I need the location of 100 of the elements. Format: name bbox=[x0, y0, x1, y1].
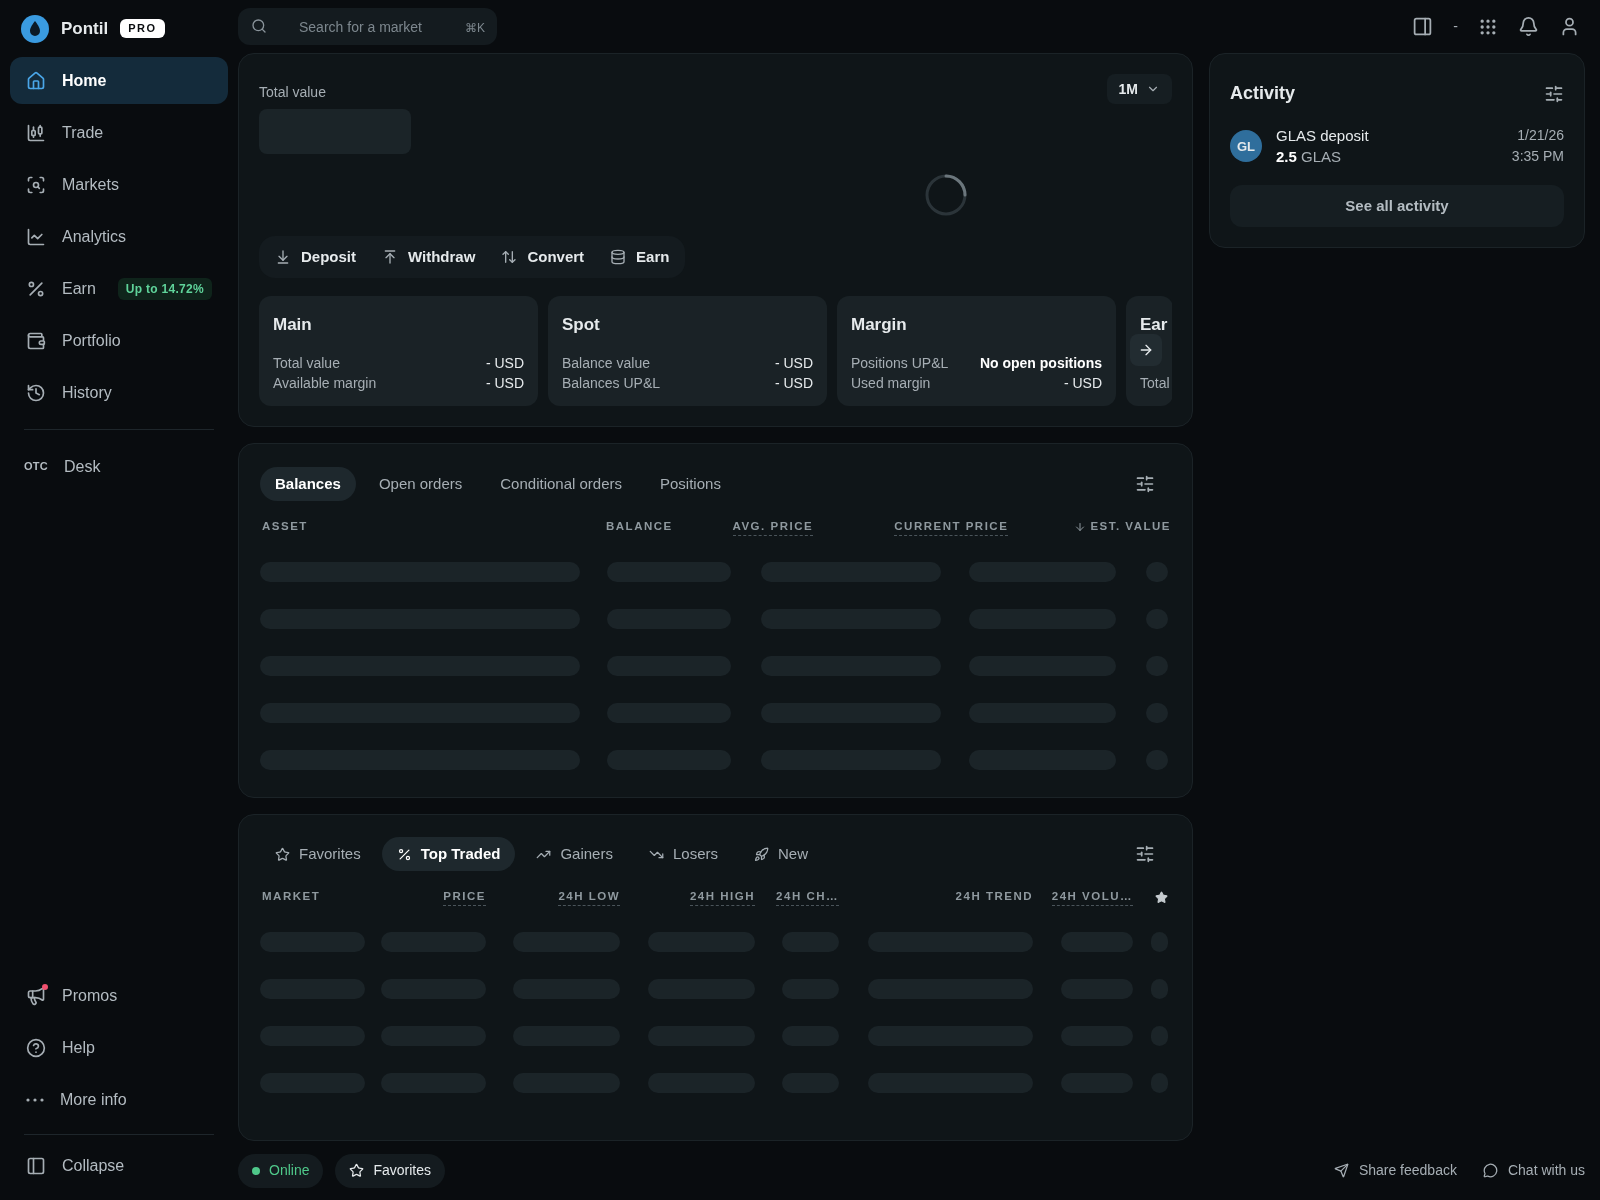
activity-title: Activity bbox=[1230, 82, 1296, 106]
action-button[interactable]: Withdraw bbox=[382, 246, 476, 269]
account-value: - USD bbox=[485, 373, 524, 393]
chart-icon bbox=[26, 226, 46, 247]
nav-item[interactable]: Markets bbox=[10, 161, 228, 208]
settings-icon[interactable] bbox=[1135, 474, 1155, 495]
panel-icon[interactable] bbox=[1412, 16, 1434, 38]
action-button[interactable]: Convert bbox=[501, 246, 585, 269]
column-header[interactable]: CURRENT PRICE bbox=[894, 518, 1009, 537]
account-label: Positions UP&L bbox=[851, 353, 949, 373]
activity-item[interactable]: GL GLAS deposit 2.5 GLAS 1/21/26 3:35 PM bbox=[1230, 125, 1564, 168]
wallet-icon bbox=[26, 330, 46, 351]
account-title: Margin bbox=[851, 314, 908, 337]
tab[interactable]: Gainers bbox=[521, 837, 628, 872]
nav-item[interactable]: Earn Up to 14.72% bbox=[10, 265, 228, 312]
column-header[interactable]: PRICE bbox=[443, 888, 486, 907]
account-title: Spot bbox=[562, 314, 601, 337]
account-value: - USD bbox=[774, 353, 813, 373]
column-header[interactable]: BALANCE bbox=[606, 518, 673, 537]
nav-item[interactable]: Home bbox=[10, 57, 228, 104]
footer-link[interactable]: Chat with us bbox=[1482, 1160, 1585, 1182]
bell-icon[interactable] bbox=[1518, 16, 1539, 38]
nav-item[interactable]: Promos bbox=[10, 972, 228, 1019]
activity-name: GLAS deposit bbox=[1276, 126, 1369, 147]
swap-icon bbox=[501, 249, 518, 266]
tab[interactable]: Losers bbox=[633, 837, 733, 872]
action-button[interactable]: Earn bbox=[610, 246, 670, 269]
rocket-icon bbox=[754, 846, 769, 862]
logo-icon bbox=[21, 14, 49, 43]
column-header[interactable]: 24H LOW bbox=[558, 888, 620, 907]
account-card[interactable]: Spot Balance value - USD Balances UP&L - USD bbox=[548, 296, 827, 407]
nav-item[interactable]: OTC Desk bbox=[10, 443, 228, 490]
nav-item[interactable]: History bbox=[10, 369, 228, 416]
account-card[interactable]: Main Total value - USD Available margin - USD bbox=[259, 296, 538, 407]
tab[interactable]: Balances bbox=[260, 467, 356, 502]
account-label: Available margin bbox=[273, 373, 377, 393]
separator-text: - bbox=[1453, 17, 1458, 37]
tab[interactable]: Open orders bbox=[363, 467, 478, 502]
candles-icon bbox=[26, 122, 46, 143]
tab[interactable]: Conditional orders bbox=[485, 467, 637, 502]
period-dropdown[interactable]: 1M bbox=[1106, 74, 1172, 105]
tab[interactable]: Top Traded bbox=[381, 837, 516, 872]
account-card[interactable]: Ear Total bbox=[1126, 296, 1172, 407]
account-title: Main bbox=[273, 314, 313, 337]
tab[interactable]: Favorites bbox=[260, 837, 376, 872]
shortcut-hint: ⌘K bbox=[465, 20, 485, 38]
column-header[interactable]: 24H CH… bbox=[776, 888, 839, 907]
account-value: No open positions bbox=[979, 353, 1102, 373]
account-value: - USD bbox=[1063, 373, 1102, 393]
see-all-button[interactable]: See all activity bbox=[1230, 185, 1564, 228]
collapse-button[interactable]: Collapse bbox=[10, 1146, 228, 1186]
column-header[interactable]: 24H VOLU… bbox=[1051, 888, 1133, 907]
more-icon bbox=[26, 1097, 44, 1102]
column-header[interactable]: ASSET bbox=[260, 518, 308, 537]
send-icon bbox=[1333, 1163, 1349, 1179]
account-label: Total value bbox=[273, 353, 340, 373]
account-label: Balances UP&L bbox=[562, 373, 661, 393]
account-card[interactable]: Margin Positions UP&L No open positions Used margin - USD bbox=[837, 296, 1116, 407]
chat-icon bbox=[1482, 1163, 1498, 1179]
column-header[interactable]: MARKET bbox=[260, 888, 321, 907]
earn-badge: Up to 14.72% bbox=[117, 277, 212, 300]
megaphone-icon bbox=[26, 985, 46, 1006]
tab[interactable]: Positions bbox=[645, 467, 736, 502]
column-header[interactable]: 24H HIGH bbox=[689, 888, 755, 907]
activity-time: 3:35 PM bbox=[1511, 147, 1564, 167]
coins-icon bbox=[610, 249, 627, 266]
nav-item[interactable]: More info bbox=[10, 1076, 228, 1123]
star-icon[interactable] bbox=[1155, 890, 1168, 904]
account-label: Total bbox=[1140, 373, 1170, 393]
footer-link[interactable]: Share feedback bbox=[1333, 1160, 1457, 1182]
star-icon bbox=[275, 846, 290, 862]
percent-icon bbox=[396, 846, 412, 862]
settings-icon[interactable] bbox=[1544, 83, 1564, 104]
account-label: Balance value bbox=[562, 353, 650, 373]
account-title: Ear bbox=[1140, 314, 1169, 337]
settings-icon[interactable] bbox=[1135, 844, 1155, 865]
nav-item[interactable]: Portfolio bbox=[10, 317, 228, 364]
nav-item[interactable]: Help bbox=[10, 1024, 228, 1071]
download-icon bbox=[275, 249, 291, 266]
magnifier-icon bbox=[26, 174, 46, 195]
favorites-button[interactable]: Favorites bbox=[335, 1153, 446, 1188]
account-value: - USD bbox=[774, 373, 813, 393]
column-header[interactable]: AVG. PRICE bbox=[732, 518, 814, 537]
activity-date: 1/21/26 bbox=[1517, 126, 1564, 146]
help-icon bbox=[26, 1037, 46, 1058]
activity-amount: 2.5 GLAS bbox=[1276, 147, 1343, 168]
action-button[interactable]: Deposit bbox=[275, 246, 356, 269]
status-pill: Online bbox=[238, 1153, 324, 1188]
pro-badge: PRO bbox=[120, 19, 165, 38]
sort-arrow-icon bbox=[1074, 520, 1087, 533]
column-header[interactable]: EST. VALUE bbox=[1074, 518, 1171, 537]
next-button[interactable] bbox=[1130, 334, 1162, 367]
asset-avatar: GL bbox=[1230, 130, 1262, 163]
home-icon bbox=[26, 70, 46, 91]
account-label: Used margin bbox=[851, 373, 931, 393]
panel-icon bbox=[26, 1156, 46, 1176]
column-header[interactable]: 24H TREND bbox=[955, 888, 1033, 907]
nav-item[interactable]: Trade bbox=[10, 109, 228, 156]
nav-item[interactable]: Analytics bbox=[10, 213, 228, 260]
tab[interactable]: New bbox=[739, 837, 823, 872]
